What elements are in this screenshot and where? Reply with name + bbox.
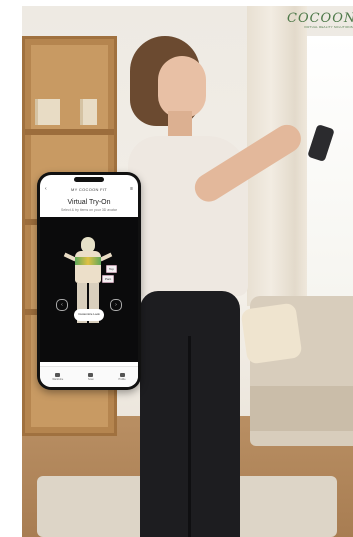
rotate-right-icon[interactable]: ›	[110, 299, 122, 311]
books	[35, 99, 60, 125]
customize-look-button[interactable]: Customize Look	[74, 309, 104, 321]
tab-scan[interactable]: Scan	[88, 373, 94, 381]
menu-icon[interactable]: ≡	[130, 186, 133, 192]
person-icon	[119, 373, 125, 377]
back-icon[interactable]: ‹	[45, 186, 47, 192]
tab-bar: Wardrobe Scan Profile	[40, 366, 138, 387]
logo-wordmark: COCOON	[287, 11, 353, 26]
garment-tag-pant[interactable]: Pant	[102, 275, 115, 283]
sofa-seat	[250, 386, 353, 431]
phone-notch	[74, 177, 104, 182]
screen-title: Virtual Try-On	[67, 199, 111, 206]
brand-logo: COCOON VIRTUAL REALITY SOLUTIONS	[287, 12, 353, 30]
app-phone-mockup: ‹ MY COCOON FIT ≡ Virtual Try-On Select …	[37, 172, 141, 390]
screen-subtitle: Select & try items on your 3D avatar	[60, 208, 118, 212]
pillow	[240, 302, 303, 365]
phone-screen: ‹ MY COCOON FIT ≡ Virtual Try-On Select …	[40, 175, 138, 387]
app-header: ‹ MY COCOON FIT ≡	[40, 184, 138, 194]
garment-tag-top[interactable]: Top	[106, 265, 117, 273]
vase	[80, 99, 97, 125]
avatar-garment-top	[75, 257, 101, 265]
rotate-left-icon[interactable]: ‹	[56, 299, 68, 311]
hanger-icon	[55, 373, 61, 377]
woman-face	[158, 56, 206, 118]
scan-icon	[88, 373, 94, 377]
app-header-title: MY COCOON FIT	[70, 186, 108, 192]
avatar-body	[75, 251, 101, 283]
tab-wardrobe[interactable]: Wardrobe	[52, 373, 63, 381]
tab-profile[interactable]: Profile	[119, 373, 126, 381]
avatar-viewer[interactable]: Top Pant ‹ › Customize Look	[40, 217, 138, 362]
